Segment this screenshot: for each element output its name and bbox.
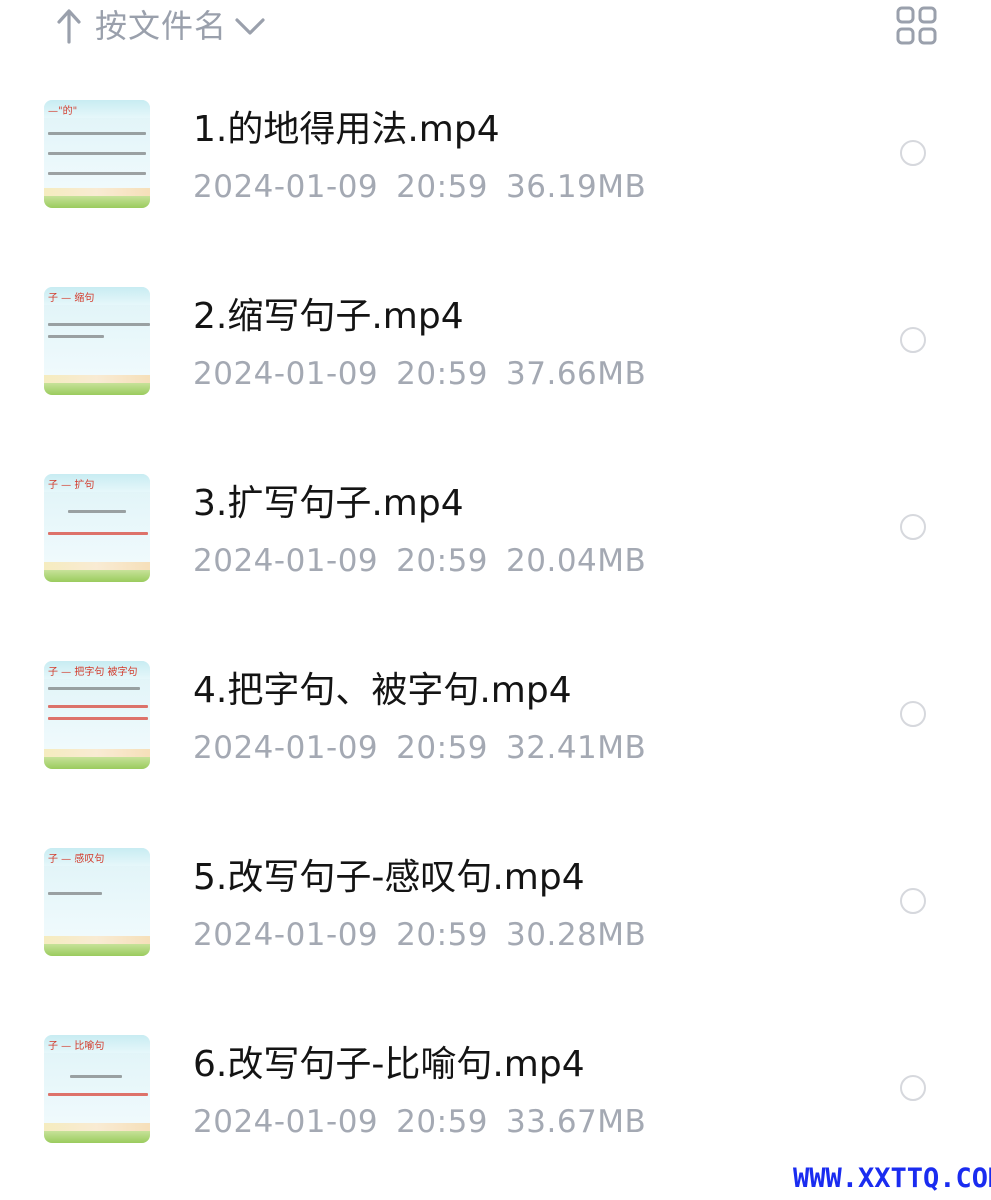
file-row[interactable]: 子 — 扩句 3.扩写句子.mp4 2024-01-09 20:59 20.04MB: [0, 434, 991, 620]
select-radio[interactable]: [900, 1075, 926, 1101]
file-date: 2024-01-09: [193, 356, 379, 392]
file-name: 2.缩写句子.mp4: [193, 296, 464, 337]
file-date: 2024-01-09: [193, 169, 379, 205]
file-name: 3.扩写句子.mp4: [193, 483, 464, 524]
file-name: 6.改写句子-比喻句.mp4: [193, 1044, 585, 1085]
file-meta: 2024-01-09 20:59 32.41MB: [193, 727, 664, 769]
file-size: 36.19MB: [506, 169, 647, 205]
thumbnail-title: —"的": [48, 106, 78, 117]
file-date: 2024-01-09: [193, 543, 379, 579]
video-thumbnail: 子 — 把字句 被字句: [44, 661, 150, 769]
file-date: 2024-01-09: [193, 1104, 379, 1140]
file-size: 37.66MB: [506, 356, 647, 392]
select-radio[interactable]: [900, 327, 926, 353]
thumbnail-title: 子 — 感叹句: [48, 854, 105, 865]
select-radio[interactable]: [900, 888, 926, 914]
arrow-up-icon[interactable]: [55, 6, 83, 46]
video-thumbnail: —"的": [44, 100, 150, 208]
video-thumbnail: 子 — 感叹句: [44, 848, 150, 956]
file-row[interactable]: 子 — 缩句 2.缩写句子.mp4 2024-01-09 20:59 37.66MB: [0, 247, 991, 433]
file-time: 20:59: [396, 1104, 489, 1140]
thumbnail-title: 子 — 比喻句: [48, 1041, 105, 1052]
video-thumbnail: 子 — 比喻句: [44, 1035, 150, 1143]
top-bar: 按文件名: [0, 0, 991, 56]
file-meta: 2024-01-09 20:59 37.66MB: [193, 353, 664, 395]
file-time: 20:59: [396, 917, 489, 953]
file-row[interactable]: 子 — 感叹句 5.改写句子-感叹句.mp4 2024-01-09 20:59 30…: [0, 808, 991, 994]
file-date: 2024-01-09: [193, 730, 379, 766]
thumbnail-title: 子 — 缩句: [48, 293, 95, 304]
file-time: 20:59: [396, 169, 489, 205]
chevron-down-icon[interactable]: [233, 12, 267, 40]
file-meta: 2024-01-09 20:59 36.19MB: [193, 166, 664, 208]
file-size: 20.04MB: [506, 543, 647, 579]
file-time: 20:59: [396, 543, 489, 579]
file-date: 2024-01-09: [193, 917, 379, 953]
file-meta: 2024-01-09 20:59 30.28MB: [193, 914, 664, 956]
select-radio[interactable]: [900, 701, 926, 727]
select-radio[interactable]: [900, 514, 926, 540]
file-row[interactable]: 子 — 比喻句 6.改写句子-比喻句.mp4 2024-01-09 20:59 33…: [0, 995, 991, 1181]
file-name: 4.把字句、被字句.mp4: [193, 670, 572, 711]
file-name: 5.改写句子-感叹句.mp4: [193, 857, 585, 898]
file-row[interactable]: —"的" 1.的地得用法.mp4 2024-01-09 20:59 36.19MB: [0, 60, 991, 246]
file-time: 20:59: [396, 730, 489, 766]
file-meta: 2024-01-09 20:59 20.04MB: [193, 540, 664, 582]
select-radio[interactable]: [900, 140, 926, 166]
video-thumbnail: 子 — 扩句: [44, 474, 150, 582]
file-time: 20:59: [396, 356, 489, 392]
sort-by-filename-button[interactable]: 按文件名: [95, 4, 227, 48]
file-size: 30.28MB: [506, 917, 647, 953]
file-name: 1.的地得用法.mp4: [193, 109, 500, 150]
thumbnail-title: 子 — 扩句: [48, 480, 95, 491]
file-meta: 2024-01-09 20:59 33.67MB: [193, 1101, 664, 1143]
file-size: 33.67MB: [506, 1104, 647, 1140]
video-thumbnail: 子 — 缩句: [44, 287, 150, 395]
grid-view-icon[interactable]: [896, 6, 938, 46]
thumbnail-title: 子 — 把字句 被字句: [48, 667, 138, 678]
file-size: 32.41MB: [506, 730, 647, 766]
watermark: WWW.XXTTQ.COM: [793, 1163, 991, 1194]
file-row[interactable]: 子 — 把字句 被字句 4.把字句、被字句.mp4 2024-01-09 20:5…: [0, 621, 991, 807]
